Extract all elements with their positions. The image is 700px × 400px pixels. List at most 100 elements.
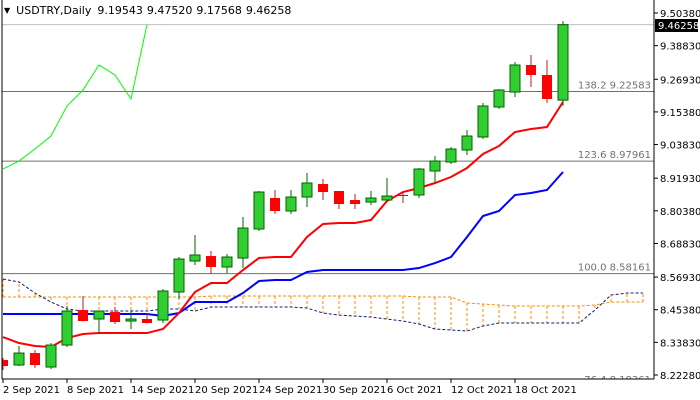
candle-body	[13, 352, 25, 366]
bullish-candle	[173, 257, 185, 300]
candle-body	[429, 160, 441, 172]
bearish-candle	[110, 307, 120, 325]
price-chart[interactable]: 138.2 9.22583 123.6 8.97961 100.0 8.58161 7…	[0, 0, 700, 400]
bearish-candle	[206, 251, 216, 275]
bullish-candle	[365, 191, 377, 206]
candle-body	[477, 105, 489, 138]
bearish-candle	[30, 350, 40, 369]
time-tick-label: 18 Oct 2021	[515, 385, 577, 396]
ohlc-low: 9.17568	[196, 4, 242, 17]
candle-body	[237, 227, 249, 259]
current-price-label: 9.46258	[655, 19, 699, 32]
candle-body	[206, 256, 216, 268]
time-tick-label: 12 Oct 2021	[451, 385, 513, 396]
candle-body	[30, 353, 40, 366]
bullish-candle	[477, 103, 489, 140]
bullish-candle	[445, 147, 457, 165]
candle-body	[445, 148, 457, 163]
bearish-candle	[2, 358, 8, 371]
time-tick-label: 20 Sep 2021	[195, 385, 258, 396]
bearish-candle	[350, 194, 360, 210]
fib-label: 123.6 8.97961	[578, 150, 651, 161]
price-tick-label: 9.15380	[660, 108, 700, 119]
bullish-candle	[253, 191, 265, 232]
bullish-candle	[381, 178, 393, 201]
candle-body	[350, 200, 360, 205]
bullish-candle	[237, 217, 249, 269]
price-tick-label: 9.26930	[660, 75, 700, 86]
bullish-candle	[413, 168, 425, 199]
bullish-candle	[157, 289, 169, 324]
time-axis: 2 Sep 2021 8 Sep 2021 14 Sep 2021 20 Sep 20…	[2, 379, 577, 396]
price-tick-label: 8.68830	[660, 239, 700, 250]
candle-body	[365, 197, 377, 203]
price-axis: 9.50380 9.38830 9.26930 9.15380 9.03830 8.919…	[654, 9, 700, 382]
bullish-candle	[125, 310, 137, 330]
price-tick-label: 9.03830	[660, 141, 700, 152]
bullish-candle	[13, 346, 25, 367]
candle-body	[318, 184, 328, 193]
candle-body	[301, 182, 313, 198]
bullish-candle	[45, 343, 57, 370]
fib-label: 100.0 8.58161	[578, 263, 651, 274]
ohlc-high: 9.47520	[146, 4, 193, 17]
candle-body	[461, 135, 473, 151]
symbol-timeframe: USDTRY,Daily	[16, 4, 92, 17]
candle-body	[125, 318, 137, 322]
bullish-candle	[429, 156, 441, 184]
candle-body	[173, 258, 185, 293]
candle-body	[142, 319, 152, 324]
candle-body	[110, 312, 120, 323]
candle-body	[2, 360, 8, 367]
time-tick-label: 30 Sep 2021	[323, 385, 386, 396]
dropdown-triangle-icon[interactable]: ▼	[4, 6, 10, 15]
price-tick-label: 8.91930	[660, 174, 700, 185]
time-tick-label: 2 Sep 2021	[3, 385, 60, 396]
candle-body	[61, 310, 73, 346]
time-tick-label: 8 Sep 2021	[67, 385, 124, 396]
price-tick-label: 8.56930	[660, 273, 700, 284]
candle-body	[334, 191, 344, 205]
bearish-candle	[318, 179, 328, 201]
bullish-candle	[509, 62, 521, 98]
ohlc-close: 9.46258	[245, 4, 292, 17]
bearish-candle	[334, 191, 344, 210]
bullish-candle	[285, 190, 297, 215]
bearish-candle	[542, 59, 552, 104]
candle-body	[270, 198, 280, 212]
price-tick-label: 8.80380	[660, 207, 700, 218]
bullish-candle	[461, 130, 473, 156]
fib-label: 138.2 9.22583	[578, 81, 651, 92]
bullish-candle	[493, 89, 505, 110]
bullish-candle	[93, 310, 105, 334]
candle-body	[557, 24, 569, 101]
price-tick-label: 8.45380	[660, 306, 700, 317]
bullish-candle	[557, 21, 569, 106]
candle-body	[221, 256, 233, 268]
price-tick-label: 9.50380	[660, 9, 700, 20]
price-tick-label: 8.22280	[660, 371, 700, 382]
candle-body	[285, 196, 297, 212]
candle-body	[398, 195, 408, 197]
chart-header: ▼ USDTRY,Daily 9.19543 9.47520 9.17568 9…	[4, 4, 291, 17]
bearish-candle	[526, 54, 536, 88]
bullish-candle	[189, 235, 201, 266]
bearish-candle	[78, 296, 88, 322]
chikou-span-line	[2, 24, 148, 170]
candle-body	[78, 310, 88, 322]
time-tick-label: 6 Oct 2021	[387, 385, 442, 396]
candle-body	[542, 75, 552, 100]
candle-body	[509, 64, 521, 93]
candle-body	[45, 344, 57, 368]
candle-body	[381, 195, 393, 201]
fib-label: 76.4 8.18361	[584, 375, 651, 386]
candle-body	[189, 254, 201, 262]
bullish-candle	[61, 306, 73, 348]
candle-body	[493, 89, 505, 108]
current-price-text: 9.46258	[658, 21, 699, 32]
candle-body	[413, 168, 425, 196]
bullish-candle	[301, 173, 313, 208]
kijun-sen-line	[3, 171, 564, 318]
bearish-candle	[270, 190, 280, 215]
time-tick-label: 14 Sep 2021	[131, 385, 194, 396]
